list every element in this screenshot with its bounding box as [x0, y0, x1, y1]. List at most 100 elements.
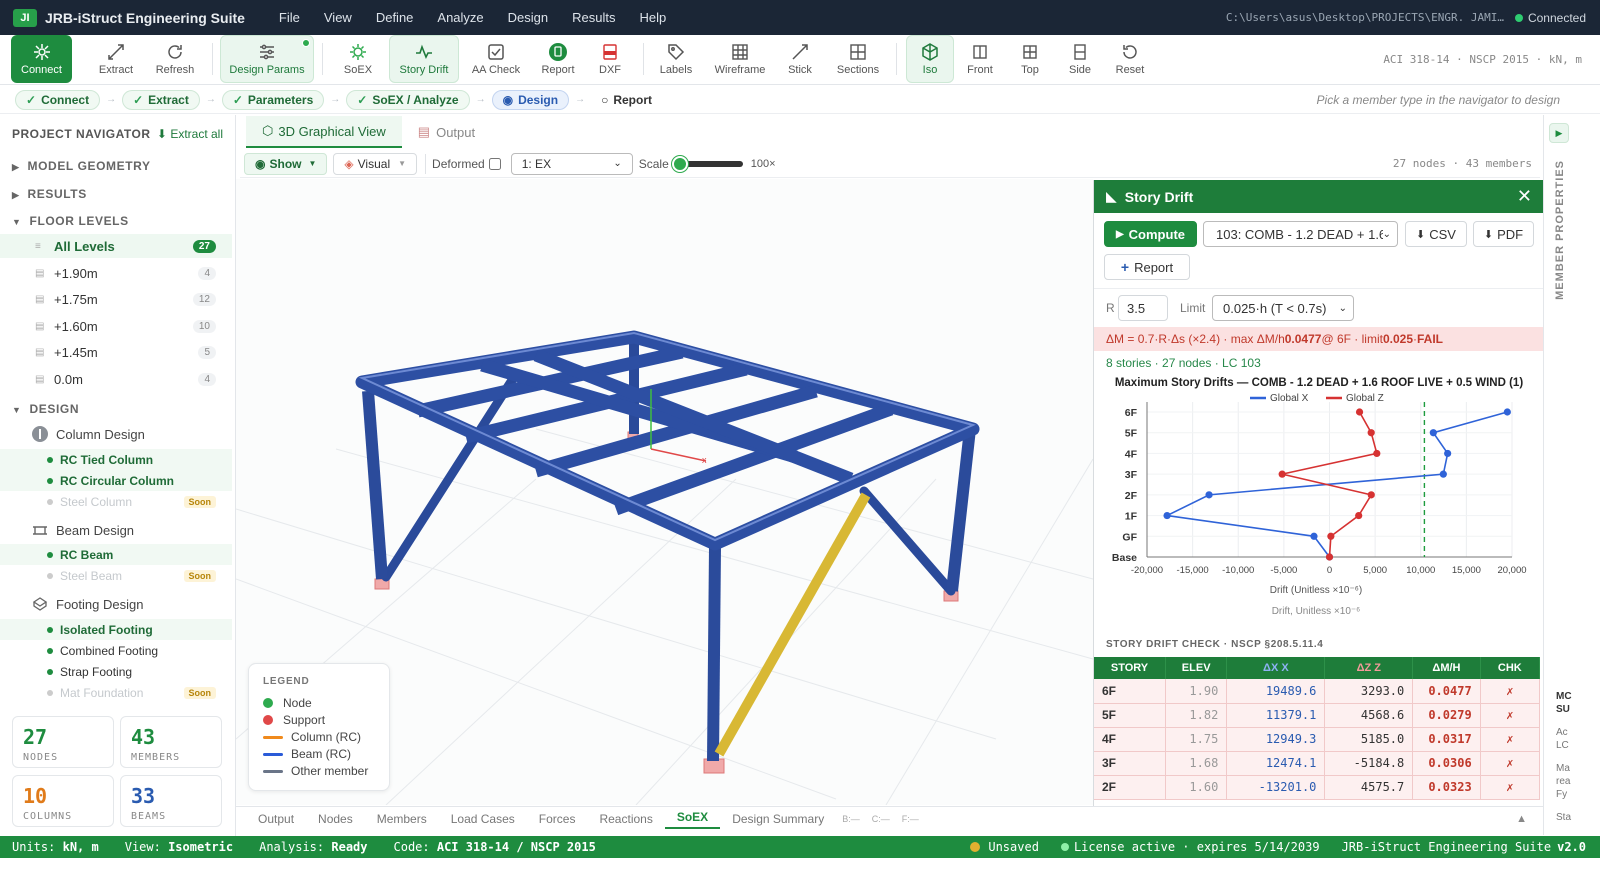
- story-drift-chart: Maximum Story Drifts — COMB - 1.2 DEAD +…: [1112, 377, 1527, 617]
- front-view-button[interactable]: Front: [958, 35, 1002, 83]
- tab-f[interactable]: F:—: [896, 814, 925, 824]
- extract-all-link[interactable]: ⬇ Extract all: [157, 127, 223, 141]
- legend-item-other: Other member: [263, 764, 368, 778]
- download-icon: ⬇: [1483, 228, 1494, 241]
- level-item[interactable]: ▤ 0.0m 4: [0, 367, 232, 391]
- level-item[interactable]: ▤ +1.45m 5: [0, 340, 232, 364]
- section-design[interactable]: ▼ DESIGN: [12, 402, 79, 416]
- table-row[interactable]: 5F 1.82 11379.1 4568.6 0.0279 ✗: [1094, 703, 1541, 728]
- menu-file[interactable]: File: [267, 10, 312, 25]
- tab-load-cases[interactable]: Load Cases: [439, 812, 527, 826]
- menu-design[interactable]: Design: [496, 10, 560, 25]
- report-button[interactable]: Report: [535, 35, 581, 83]
- extract-button[interactable]: Extract: [92, 35, 140, 83]
- design-item-rc-beam[interactable]: RC Beam: [0, 544, 232, 565]
- aa-check-button[interactable]: AA Check: [468, 35, 524, 83]
- labels-button[interactable]: Labels: [653, 35, 699, 83]
- csv-button[interactable]: ⬇ CSV: [1405, 221, 1467, 247]
- tab-b[interactable]: B:—: [836, 814, 866, 824]
- tab-3d-graphical-view[interactable]: ⬡ 3D Graphical View: [246, 116, 402, 148]
- data-point: [1367, 491, 1375, 499]
- stick-button[interactable]: Stick: [780, 35, 820, 83]
- cell-gz: 4575.7: [1324, 775, 1414, 800]
- beam-design-header[interactable]: Beam Design: [32, 522, 134, 538]
- show-dropdown[interactable]: ◉ Show ▼: [244, 152, 328, 175]
- sections-button[interactable]: Sections: [834, 35, 882, 83]
- load-case-select[interactable]: 1: EX ⌄: [510, 152, 633, 175]
- design-item-combined-footing[interactable]: Combined Footing: [0, 640, 232, 661]
- design-item-steel-column: Steel Column Soon: [0, 491, 232, 512]
- close-icon[interactable]: ✕: [1517, 186, 1532, 207]
- section-floor-levels[interactable]: ▼ FLOOR LEVELS: [12, 214, 129, 228]
- menu-analyze[interactable]: Analyze: [425, 10, 495, 25]
- section-model-geometry[interactable]: ▶ MODEL GEOMETRY: [12, 159, 151, 173]
- download-icon: ⬇: [1416, 228, 1426, 241]
- tab-members[interactable]: Members: [365, 812, 439, 826]
- column-design-header[interactable]: Column Design: [32, 426, 145, 442]
- design-item-isolated-footing[interactable]: Isolated Footing: [0, 619, 232, 640]
- limit-select[interactable]: 0.025·h (T < 0.7s) ⌄: [1212, 295, 1354, 321]
- soex-button[interactable]: SoEX: [335, 35, 381, 83]
- level-item[interactable]: ▤ +1.90m 4: [0, 261, 232, 285]
- table-row[interactable]: 6F 1.90 19489.6 3293.0 0.0477 ✗: [1094, 679, 1541, 704]
- tab-design-summary[interactable]: Design Summary: [720, 812, 836, 826]
- section-results[interactable]: ▶ RESULTS: [12, 187, 87, 201]
- side-view-button[interactable]: Side: [1058, 35, 1102, 83]
- sections-label: Sections: [836, 64, 880, 76]
- visual-dropdown[interactable]: ◈ Visual ▼: [333, 152, 418, 175]
- workflow-step-report[interactable]: ○ Report: [591, 90, 662, 110]
- pdf-button[interactable]: ⬇ PDF: [1473, 221, 1534, 247]
- connect-button[interactable]: Connect: [11, 35, 72, 83]
- design-item-rc-tied-column[interactable]: RC Tied Column: [0, 449, 232, 470]
- reset-view-button[interactable]: Reset: [1108, 35, 1152, 83]
- menu-define[interactable]: Define: [364, 10, 426, 25]
- slider-thumb[interactable]: [672, 155, 689, 172]
- level-item[interactable]: ▤ +1.60m 10: [0, 314, 232, 338]
- dxf-button[interactable]: DXF: [589, 35, 631, 83]
- table-row[interactable]: 2F 1.60 -13201.0 4575.7 0.0323 ✗: [1094, 775, 1541, 800]
- top-icon: [1023, 45, 1037, 59]
- tab-reactions[interactable]: Reactions: [587, 812, 664, 826]
- step-label: Parameters: [247, 92, 314, 107]
- scale-slider[interactable]: [672, 155, 743, 172]
- design-params-button[interactable]: Design Params: [220, 35, 314, 83]
- wireframe-button[interactable]: Wireframe: [710, 35, 770, 83]
- tab-forces[interactable]: Forces: [527, 812, 588, 826]
- workflow-step-parameters[interactable]: ✓ Parameters: [221, 89, 325, 110]
- menu-view[interactable]: View: [312, 10, 364, 25]
- tab-output-bottom[interactable]: Output: [246, 812, 306, 826]
- workflow-step-extract[interactable]: ✓ Extract: [122, 89, 200, 110]
- refresh-button[interactable]: Refresh: [151, 35, 199, 83]
- iso-view-button[interactable]: Iso: [906, 35, 954, 83]
- tab-output[interactable]: ▤ Output: [402, 116, 491, 148]
- combo-select[interactable]: 103: COMB - 1.2 DEAD + 1.6 R ⌄: [1203, 221, 1398, 247]
- add-report-button[interactable]: + Report: [1104, 254, 1190, 280]
- cell-story: 4F: [1094, 727, 1167, 752]
- workflow-step-connect[interactable]: ✓ Connect: [15, 89, 101, 110]
- workflow-step-soex-analyze[interactable]: ✓ SoEX / Analyze: [346, 89, 470, 110]
- level-item-all[interactable]: ≡ All Levels 27: [0, 234, 232, 258]
- deformed-checkbox[interactable]: [488, 157, 501, 170]
- collapse-up-icon[interactable]: ▲: [1516, 813, 1527, 825]
- palette-icon: ◈: [344, 156, 354, 171]
- tab-c[interactable]: C:—: [866, 814, 896, 824]
- status-value: Ready: [331, 840, 368, 854]
- table-row[interactable]: 3F 1.68 12474.1 -5184.8 0.0306 ✗: [1094, 751, 1541, 776]
- r-factor-input[interactable]: 3.5: [1118, 295, 1168, 321]
- menu-results[interactable]: Results: [560, 10, 627, 25]
- level-item[interactable]: ▤ +1.75m 12: [0, 287, 232, 311]
- design-item-rc-circular-column[interactable]: RC Circular Column: [0, 470, 232, 491]
- story-drift-button[interactable]: Story Drift: [389, 35, 459, 83]
- compute-button[interactable]: ▶ Compute: [1104, 221, 1197, 247]
- legend-item-support: Support: [263, 713, 325, 727]
- top-view-button[interactable]: Top: [1010, 35, 1050, 83]
- footing-design-header[interactable]: Footing Design: [32, 596, 143, 612]
- menu-help[interactable]: Help: [627, 10, 678, 25]
- tab-nodes[interactable]: Nodes: [306, 812, 365, 826]
- design-item-strap-footing[interactable]: Strap Footing: [0, 661, 232, 682]
- expand-panel-button[interactable]: ▶: [1549, 123, 1569, 143]
- workflow-step-design[interactable]: ◉ Design: [491, 89, 570, 110]
- tab-soex[interactable]: SoEX: [664, 810, 721, 829]
- table-row[interactable]: 4F 1.75 12949.3 5185.0 0.0317 ✗: [1094, 727, 1541, 752]
- status-view: View: Isometric: [125, 840, 233, 854]
